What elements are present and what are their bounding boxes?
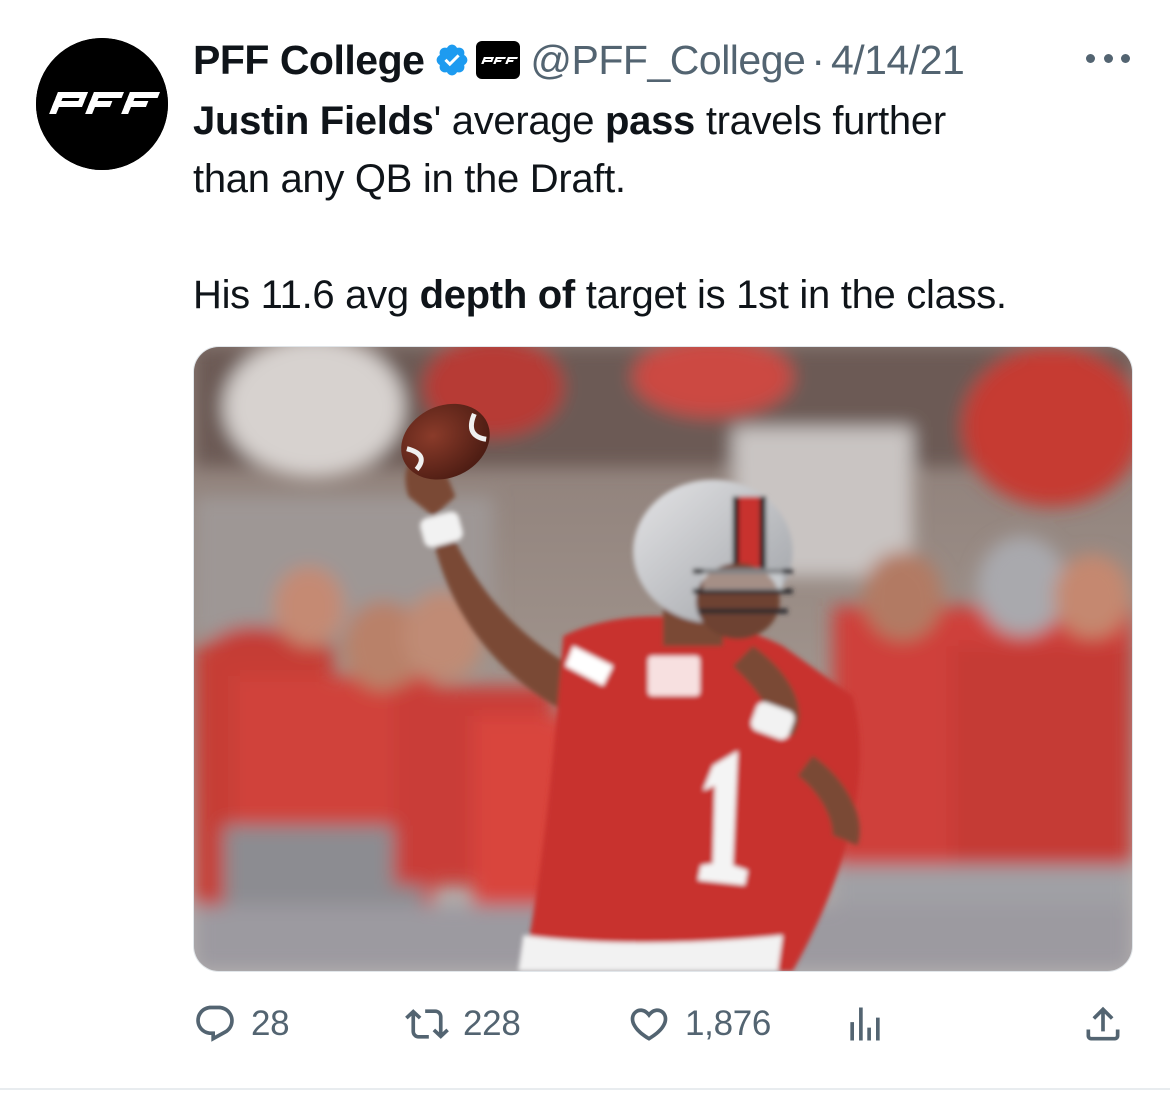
pff-logo-icon	[36, 38, 168, 170]
share-button[interactable]	[1081, 996, 1125, 1052]
tweet-text-line: Justin Fields' average pass travels furt…	[193, 99, 946, 143]
retweet-button[interactable]: 228	[405, 996, 521, 1052]
views-chart-icon	[850, 1007, 880, 1041]
display-name[interactable]: PFF College	[193, 37, 425, 84]
retweet-icon	[405, 1009, 449, 1039]
more-options-icon[interactable]	[1086, 40, 1130, 76]
tweet-text: Justin Fields' average pass travels furt…	[193, 92, 1143, 324]
reply-button[interactable]: 28	[193, 996, 290, 1052]
avatar[interactable]	[36, 38, 168, 170]
tweet-divider	[0, 1088, 1170, 1090]
views-button[interactable]	[843, 996, 887, 1052]
tweet-actions: 28 228 1,876	[193, 996, 1133, 1052]
tweet-header: PFF College @PFF_College · 4/14/21	[193, 30, 965, 90]
verified-badge-icon[interactable]	[434, 42, 470, 78]
like-button[interactable]: 1,876	[627, 996, 771, 1052]
tweet-media-photo[interactable]	[193, 346, 1133, 972]
tweet-date[interactable]: 4/14/21	[831, 37, 965, 84]
affiliation-badge-icon[interactable]	[476, 41, 521, 79]
share-icon	[1086, 1006, 1120, 1041]
tweet-card[interactable]: PFF College @PFF_College · 4/14/21 Justi…	[0, 0, 1170, 1095]
tweet-text-line: His 11.6 avg depth of target is 1st in t…	[193, 273, 1007, 317]
reply-count: 28	[251, 1004, 290, 1043]
retweet-count: 228	[463, 1004, 521, 1043]
reply-icon	[196, 1005, 234, 1042]
photo-quarterback-throwing	[194, 347, 1132, 971]
tweet-text-line: than any QB in the Draft.	[193, 157, 626, 201]
user-handle[interactable]: @PFF_College	[530, 37, 805, 84]
header-separator: ·	[811, 36, 825, 83]
heart-icon	[630, 1008, 668, 1041]
like-count: 1,876	[685, 1004, 772, 1043]
